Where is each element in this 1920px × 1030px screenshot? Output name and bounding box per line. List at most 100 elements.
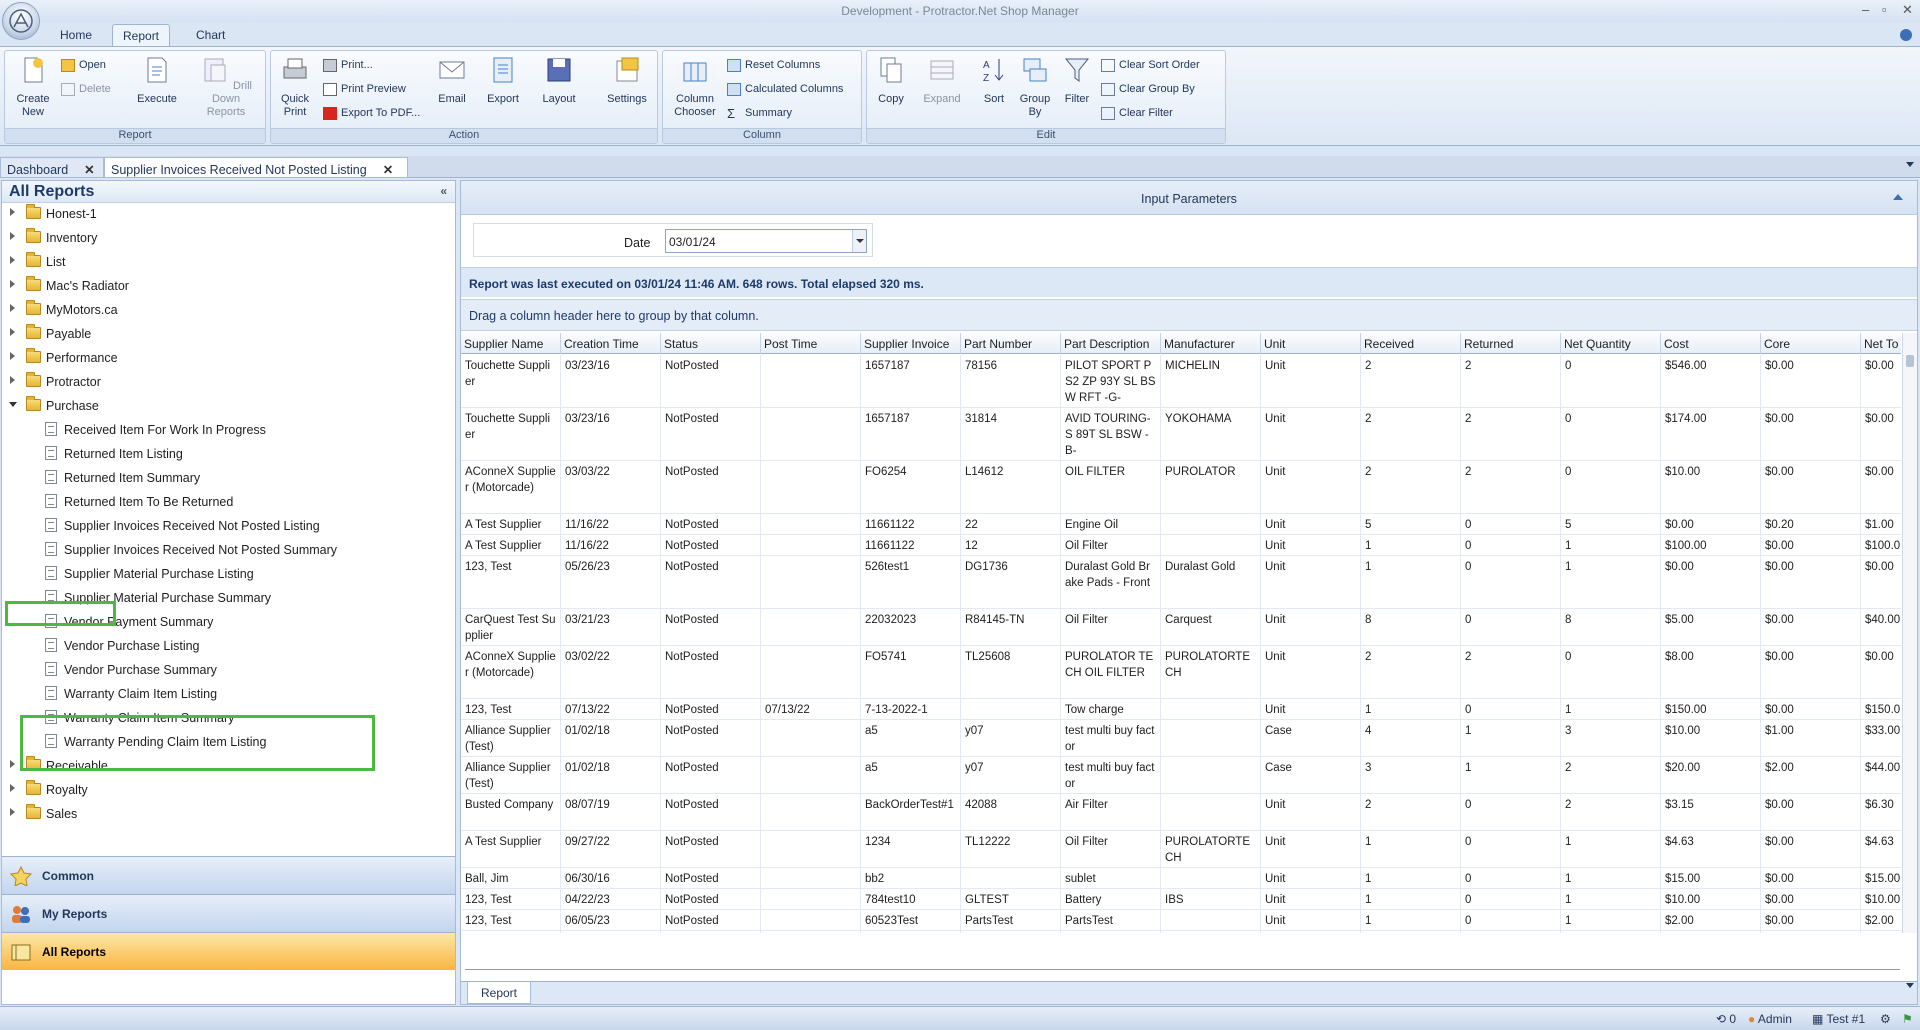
group-by-button[interactable]: Group By [1015, 55, 1055, 119]
column-header[interactable]: Unit [1261, 333, 1361, 354]
expand-arrow-icon[interactable] [10, 808, 15, 816]
table-row[interactable]: A Test Supplier02/02/24NotPosted1233batB… [461, 931, 1901, 933]
tab-home[interactable]: Home [50, 24, 102, 46]
table-row[interactable]: 123, Test 05/26/23 NotPosted 526test1 DG1736… [461, 556, 1901, 609]
table-row[interactable]: Alliance Supplier (Test) 01/02/18 NotPoste… [461, 757, 1901, 794]
layout-button[interactable]: Layout [537, 55, 581, 106]
reset-columns-button[interactable]: Reset Columns [727, 57, 820, 75]
export-pdf-button[interactable]: Export To PDF... [323, 105, 420, 123]
clear-group-button[interactable]: Clear Group By [1101, 81, 1195, 99]
column-header[interactable]: Net To [1861, 333, 1901, 354]
column-chooser-button[interactable]: Column Chooser [667, 55, 723, 119]
tree-report-item[interactable]: Supplier Material Purchase Listing [2, 564, 442, 584]
column-header[interactable]: Received [1361, 333, 1461, 354]
collapse-panel-icon[interactable]: « [440, 184, 447, 198]
date-field[interactable]: 03/01/24 [665, 229, 867, 253]
tree-folder[interactable]: Mac's Radiator [2, 276, 442, 296]
table-row[interactable]: A Test Supplier 11/16/22 NotPosted 11661122… [461, 514, 1901, 535]
minimize-icon[interactable]: – [1862, 2, 1869, 17]
tree-report-item[interactable]: Returned Item To Be Returned [2, 492, 442, 512]
tab-report-view[interactable]: Report [467, 982, 531, 1004]
flag-icon[interactable]: ⚑ [1902, 1012, 1913, 1026]
tree-folder[interactable]: Sales [2, 804, 442, 824]
app-menu-button[interactable] [2, 2, 40, 40]
print-preview-button[interactable]: Print Preview [323, 81, 406, 99]
expand-arrow-icon[interactable] [10, 280, 15, 288]
open-button[interactable]: Open [61, 57, 106, 75]
close-icon[interactable]: ✕ [1902, 2, 1913, 18]
help-icon[interactable] [1900, 29, 1912, 41]
column-header[interactable]: Supplier Name [461, 333, 561, 354]
vertical-scrollbar[interactable] [1902, 333, 1917, 933]
tab-chart[interactable]: Chart [186, 24, 235, 46]
close-tab-icon[interactable]: ✕ [84, 163, 94, 177]
delete-button[interactable]: Delete [61, 81, 111, 99]
table-row[interactable]: Alliance Supplier (Test) 01/02/18 NotPoste… [461, 720, 1901, 757]
create-new-button[interactable]: Create New [9, 55, 57, 119]
table-row[interactable]: CarQuest Test Supplier 03/21/23 NotPosted 2… [461, 609, 1901, 646]
calculated-columns-button[interactable]: Calculated Columns [727, 81, 843, 99]
column-header[interactable]: Status [661, 333, 761, 354]
column-header[interactable]: Creation Time [561, 333, 661, 354]
expand-arrow-icon[interactable] [10, 256, 15, 264]
tree-folder[interactable]: Royalty [2, 780, 442, 800]
table-row[interactable]: Touchette Supplier 03/23/16 NotPosted 16571… [461, 355, 1901, 408]
column-header[interactable]: Net Quantity [1561, 333, 1661, 354]
tree-folder[interactable]: Honest-1 [2, 204, 442, 224]
column-header[interactable]: Part Description [1061, 333, 1161, 354]
column-header[interactable]: Core [1761, 333, 1861, 354]
table-row[interactable]: AConneX Supplier (Motorcade) 03/03/22 NotP… [461, 461, 1901, 514]
table-row[interactable]: A Test Supplier 11/16/22 NotPosted 11661122… [461, 535, 1901, 556]
location-indicator[interactable]: ▦ Test #1 [1812, 1012, 1865, 1026]
execute-button[interactable]: Execute [131, 55, 183, 106]
export-button[interactable]: Export [481, 55, 525, 106]
sort-button[interactable]: AZ Sort [979, 55, 1009, 106]
expand-arrow-icon[interactable] [10, 208, 15, 216]
nav-all-reports[interactable]: All Reports [2, 932, 455, 970]
nav-my-reports[interactable]: My Reports [2, 894, 455, 932]
table-row[interactable]: Busted Company 08/07/19 NotPosted BackOrder… [461, 794, 1901, 831]
tab-report[interactable]: Report [112, 24, 171, 46]
tab-supplier-invoices[interactable]: Supplier Invoices Received Not Posted Li… [104, 157, 408, 178]
notifications-count[interactable]: ⟲ 0 [1716, 1012, 1736, 1026]
table-row[interactable]: A Test Supplier 09/27/22 NotPosted 1234 TL12… [461, 831, 1901, 868]
tree-report-item[interactable]: Received Item For Work In Progress [2, 420, 442, 440]
tree-folder[interactable]: Purchase [2, 396, 442, 416]
clear-filter-button[interactable]: Clear Filter [1101, 105, 1173, 123]
table-row[interactable]: 123, Test 06/05/23 NotPosted 60523Test Parts… [461, 910, 1901, 931]
expand-arrow-icon[interactable] [10, 232, 15, 240]
tree-report-item[interactable]: Vendor Purchase Listing [2, 636, 442, 656]
group-by-panel[interactable]: Drag a column header here to group by th… [461, 299, 1917, 331]
collapse-arrow-icon[interactable] [9, 402, 17, 407]
copy-button[interactable]: Copy [871, 55, 911, 106]
filter-button[interactable]: Filter [1061, 55, 1093, 106]
quick-print-button[interactable]: Quick Print [275, 55, 315, 119]
tree-folder[interactable]: Inventory [2, 228, 442, 248]
expand-button[interactable]: Expand [917, 55, 967, 106]
email-button[interactable]: Email [431, 55, 473, 106]
nav-common[interactable]: Common [2, 856, 455, 894]
user-indicator[interactable]: ● Admin [1748, 1012, 1792, 1026]
column-header[interactable]: Manufacturer [1161, 333, 1261, 354]
tree-folder[interactable]: List [2, 252, 442, 272]
tree-report-item[interactable]: Vendor Purchase Summary [2, 660, 442, 680]
expand-arrow-icon[interactable] [10, 328, 15, 336]
tree-report-item[interactable]: Returned Item Summary [2, 468, 442, 488]
close-tab-icon[interactable]: ✕ [383, 163, 393, 177]
tree-report-item[interactable]: Supplier Invoices Received Not Posted Su… [2, 540, 442, 560]
tools-icon[interactable]: ⚙ [1880, 1012, 1891, 1026]
tree-folder[interactable]: MyMotors.ca [2, 300, 442, 320]
expand-arrow-icon[interactable] [10, 784, 15, 792]
input-parameters-header[interactable]: Input Parameters [461, 181, 1917, 215]
column-header[interactable]: Cost [1661, 333, 1761, 354]
tree-folder[interactable]: Performance [2, 348, 442, 368]
column-header[interactable]: Post Time [761, 333, 861, 354]
expand-arrow-icon[interactable] [10, 376, 15, 384]
settings-button[interactable]: Settings [601, 55, 653, 106]
table-row[interactable]: Touchette Supplier 03/23/16 NotPosted 16571… [461, 408, 1901, 461]
scroll-down-icon[interactable] [1906, 983, 1914, 988]
table-row[interactable]: AConneX Supplier (Motorcade) 03/02/22 NotP… [461, 646, 1901, 699]
column-header[interactable]: Part Number [961, 333, 1061, 354]
table-row[interactable]: 123, Test 04/22/23 NotPosted 784test10 GLTES… [461, 889, 1901, 910]
tree-folder[interactable]: Protractor [2, 372, 442, 392]
